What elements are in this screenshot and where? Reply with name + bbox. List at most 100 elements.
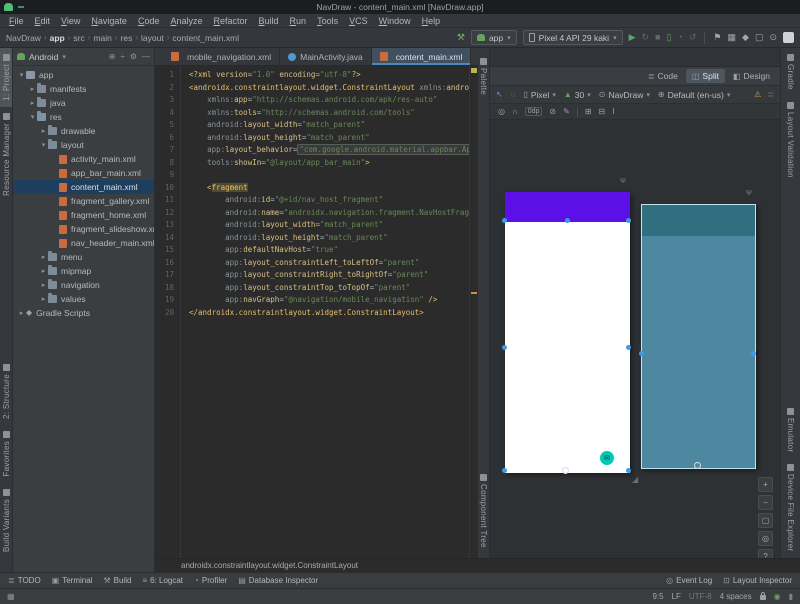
- code-line-16[interactable]: app:layout_constraintLeft_toLeftOf="pare…: [189, 257, 469, 270]
- lock-icon[interactable]: [760, 595, 766, 600]
- tree-item-mipmap[interactable]: ▸mipmap: [13, 264, 154, 278]
- code-line-2[interactable]: <androidx.constraintlayout.widget.Constr…: [189, 82, 469, 95]
- editor-code[interactable]: <?xml version="1.0" encoding="utf-8"?><a…: [181, 66, 469, 558]
- config-pixel-select[interactable]: ▯Pixel▾: [523, 90, 555, 100]
- code-line-15[interactable]: app:defaultNavHost="true": [189, 244, 469, 257]
- menu-code[interactable]: Code: [133, 16, 165, 26]
- chevron-down-icon[interactable]: ▾: [28, 113, 37, 121]
- chevron-right-icon[interactable]: ▸: [39, 253, 48, 261]
- tool-button-build-variants[interactable]: Build Variants: [0, 483, 12, 558]
- tool-button-2-structure[interactable]: 2: Structure: [0, 358, 12, 425]
- fab-button[interactable]: ✉: [600, 451, 614, 465]
- pack-icon[interactable]: ⊞: [585, 107, 592, 116]
- locate-file-icon[interactable]: ⊕: [109, 52, 116, 61]
- terminal-button[interactable]: ▣Terminal: [52, 576, 93, 585]
- clear-constraints-icon[interactable]: ⊘: [549, 107, 556, 116]
- tree-item-app[interactable]: ▾app: [13, 68, 154, 82]
- warning-indicator-icon[interactable]: ⚠: [754, 90, 761, 99]
- editor-scrollbar[interactable]: [469, 66, 478, 558]
- selection-handle[interactable]: [565, 218, 570, 223]
- collapse-all-icon[interactable]: ÷: [120, 52, 124, 61]
- chevron-down-icon[interactable]: ▾: [17, 71, 26, 79]
- code-line-18[interactable]: app:layout_constraintTop_toTopOf="parent…: [189, 282, 469, 295]
- tree-item-fragment-home-xml[interactable]: fragment_home.xml: [13, 208, 154, 222]
- tool-button-1-project[interactable]: 1: Project: [0, 48, 12, 107]
- editor-actions-icon[interactable]: ≣: [767, 90, 774, 99]
- config-30-select[interactable]: ▲30▾: [564, 90, 591, 100]
- help-button[interactable]: ?: [758, 549, 773, 558]
- menu-help[interactable]: Help: [417, 16, 446, 26]
- stop-button[interactable]: ■: [655, 33, 660, 42]
- chevron-right-icon[interactable]: ▸: [39, 295, 48, 303]
- mode-tab-code[interactable]: ≣Code: [642, 69, 684, 83]
- logcat-button[interactable]: ≡6: Logcat: [142, 576, 183, 585]
- profiler-button[interactable]: ◔Profiler: [194, 576, 227, 585]
- breadcrumb-item-src[interactable]: src: [73, 33, 84, 43]
- attach-debugger-icon[interactable]: ▯: [666, 33, 671, 42]
- appbar-blueprint[interactable]: [642, 205, 755, 236]
- menu-refactor[interactable]: Refactor: [209, 16, 253, 26]
- sdk-manager-icon[interactable]: ▦: [728, 33, 737, 42]
- code-line-12[interactable]: android:name="androidx.navigation.fragme…: [189, 207, 469, 220]
- xml-breadcrumb-item[interactable]: androidx.constraintlayout.widget.Constra…: [181, 561, 358, 570]
- search-everywhere-icon[interactable]: ⊙: [769, 33, 777, 42]
- device-preview-design[interactable]: ✉: [505, 192, 630, 473]
- selection-handle[interactable]: [626, 345, 631, 350]
- chevron-right-icon[interactable]: ▸: [39, 127, 48, 135]
- tool-button-favorites[interactable]: Favorites: [0, 425, 12, 483]
- breadcrumb-item-res[interactable]: res: [121, 33, 133, 43]
- menu-window[interactable]: Window: [374, 16, 416, 26]
- menu-tools[interactable]: Tools: [312, 16, 343, 26]
- tree-item-gradle-scripts[interactable]: ▸◆Gradle Scripts: [13, 306, 154, 320]
- chevron-right-icon[interactable]: ▸: [39, 281, 48, 289]
- code-line-17[interactable]: app:layout_constraintRight_toRightOf="pa…: [189, 269, 469, 282]
- menu-analyze[interactable]: Analyze: [165, 16, 207, 26]
- tree-item-navigation[interactable]: ▸navigation: [13, 278, 154, 292]
- profile-app-icon[interactable]: ◔: [677, 33, 682, 42]
- chevron-down-icon[interactable]: ▾: [39, 141, 48, 149]
- autoconnect-magnet-icon[interactable]: ∩: [512, 107, 518, 116]
- todo-button[interactable]: ≣TODO: [8, 576, 41, 585]
- selection-handle[interactable]: [639, 351, 644, 356]
- code-line-9[interactable]: [189, 169, 469, 182]
- tool-button-gradle[interactable]: Gradle: [782, 48, 800, 96]
- baseline-handle[interactable]: [694, 462, 701, 469]
- zoom-to-fit-button[interactable]: ▢: [758, 513, 773, 528]
- selection-handle[interactable]: [502, 218, 507, 223]
- tree-item-app-bar-main-xml[interactable]: app_bar_main.xml: [13, 166, 154, 180]
- tree-item-fragment-gallery-xml[interactable]: fragment_gallery.xml: [13, 194, 154, 208]
- code-line-10[interactable]: <fragment: [189, 182, 469, 195]
- run-config-select[interactable]: app▾: [471, 30, 517, 45]
- breadcrumb-item-app[interactable]: app: [50, 33, 65, 43]
- zoom-out-button[interactable]: −: [758, 495, 773, 510]
- chevron-right-icon[interactable]: ▸: [28, 85, 37, 93]
- design-canvas[interactable]: Ψ Ψ ✉: [490, 120, 780, 558]
- tree-item-content-main-xml[interactable]: content_main.xml: [13, 180, 154, 194]
- menu-vcs[interactable]: VCS: [344, 16, 373, 26]
- menu-file[interactable]: File: [4, 16, 29, 26]
- pointer-select-icon[interactable]: ↖: [496, 90, 503, 99]
- resize-handle-icon[interactable]: ◢: [632, 475, 638, 484]
- selection-handle[interactable]: [502, 345, 507, 350]
- align-icon[interactable]: ⊟: [599, 107, 606, 116]
- device-preview-blueprint[interactable]: [641, 204, 756, 469]
- component-tree-tool-button[interactable]: Component Tree: [479, 474, 488, 548]
- tree-item-menu[interactable]: ▸menu: [13, 250, 154, 264]
- breadcrumb-item-navdraw[interactable]: NavDraw: [6, 33, 41, 43]
- color-picker-icon[interactable]: ◌: [511, 90, 516, 99]
- config-default-en-us-select[interactable]: ⊕Default (en-us)▾: [658, 90, 730, 100]
- build-button[interactable]: ⚒Build: [103, 576, 131, 585]
- event-log-button[interactable]: ◎Event Log: [666, 576, 712, 585]
- guidelines-pencil-icon[interactable]: ✎: [563, 107, 570, 116]
- code-line-7[interactable]: app:layout_behavior="com.google.android.…: [189, 144, 469, 157]
- menu-build[interactable]: Build: [254, 16, 284, 26]
- config-navdraw-select[interactable]: ⊙NavDraw▾: [599, 90, 650, 100]
- layout-inspector-button[interactable]: ⊡Layout Inspector: [723, 576, 792, 585]
- baseline-handle[interactable]: [562, 467, 569, 474]
- breadcrumb-item-main[interactable]: main: [93, 33, 111, 43]
- breadcrumb-item-content-main-xml[interactable]: content_main.xml: [172, 33, 239, 43]
- code-line-1[interactable]: <?xml version="1.0" encoding="utf-8"?>: [189, 69, 469, 82]
- project-view-select[interactable]: Android: [29, 52, 58, 62]
- default-margins-button[interactable]: 0dp: [525, 107, 543, 116]
- tree-item-layout[interactable]: ▾layout: [13, 138, 154, 152]
